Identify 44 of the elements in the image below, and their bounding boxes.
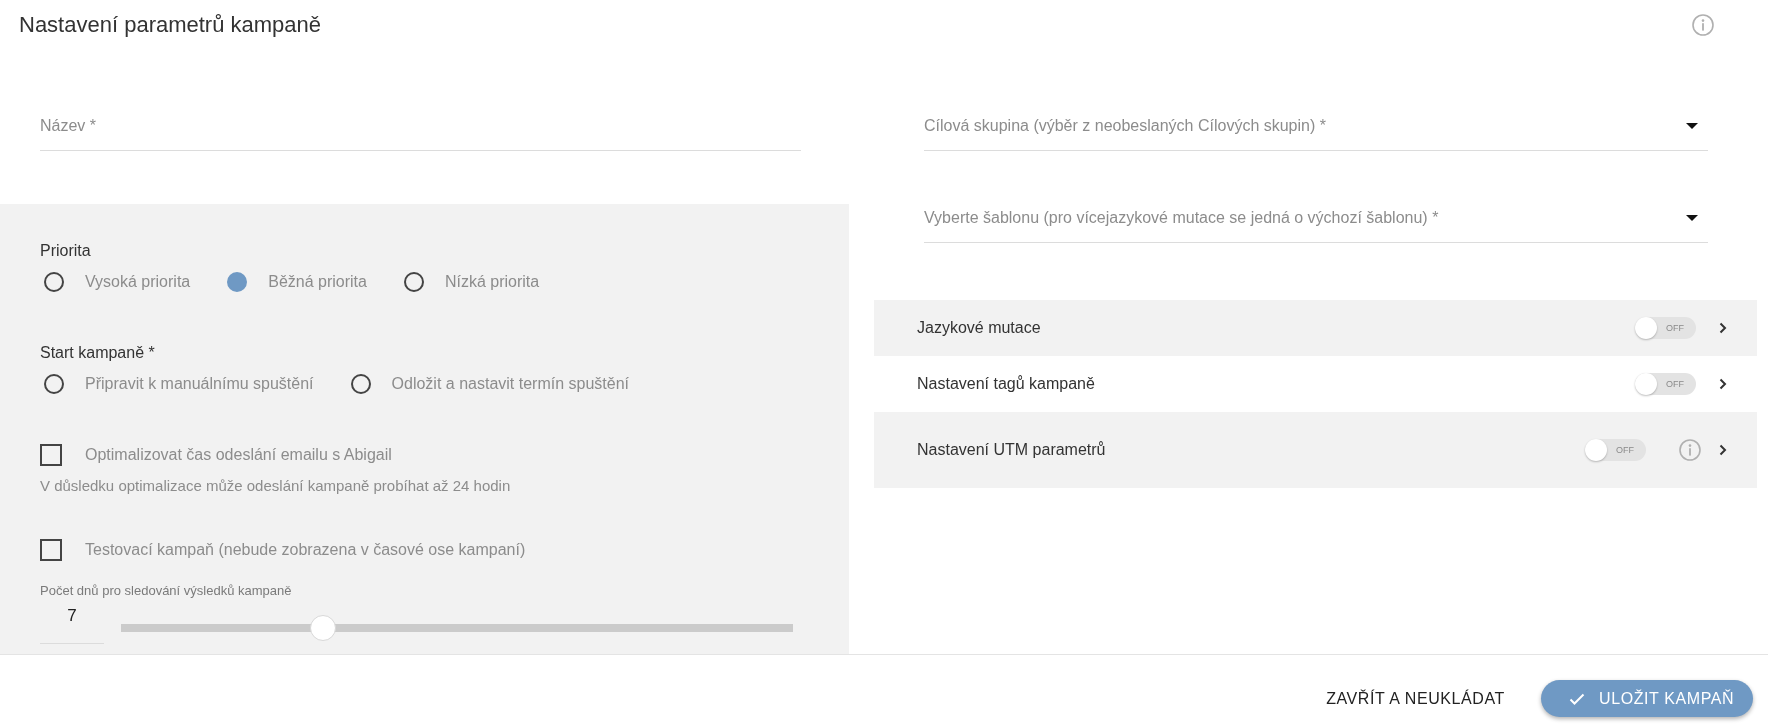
days-input[interactable]: 7 [40, 599, 104, 644]
section-title: Nastavení tagů kampaně [917, 375, 1096, 393]
name-input[interactable]: Název * [40, 108, 801, 151]
radio-label[interactable]: Běžná priorita [268, 272, 367, 292]
checkbox[interactable] [40, 539, 62, 561]
template-select[interactable]: Vyberte šablonu (pro vícejazykové mutace se jedná o výchozí šablonu) * [924, 200, 1708, 243]
toggle-thumb [1585, 439, 1607, 461]
caret-down-icon[interactable] [1686, 123, 1698, 129]
target-group-select[interactable]: Cílová skupina (výběr z neobeslaných Cílových skupin) * [924, 108, 1708, 151]
radio-button[interactable] [44, 272, 64, 292]
radio-label[interactable]: Připravit k manuálnímu spuštění [85, 374, 314, 394]
caret-down-icon[interactable] [1686, 215, 1698, 221]
section-title: Nastavení UTM parametrů [917, 441, 1107, 459]
checkbox-label[interactable]: Optimalizovat čas odeslání emailu s Abigail [85, 445, 392, 465]
slider-thumb[interactable] [309, 615, 336, 641]
radio-button[interactable] [350, 374, 371, 394]
toggle-switch[interactable]: OFF [1635, 373, 1696, 395]
section-row[interactable]: Nastavení tagů kampaně OFF [874, 356, 1757, 412]
chevron-right-icon [1719, 444, 1727, 456]
radio-button[interactable] [44, 374, 64, 394]
radio-label[interactable]: Nízká priorita [444, 272, 540, 292]
chevron-right-icon [1719, 378, 1727, 390]
checkbox-label[interactable]: Testovací kampaň (nebude zobrazena v časové ose kampaní) [85, 540, 526, 560]
toggle-switch[interactable]: OFF [1585, 439, 1646, 461]
toggle-switch[interactable]: OFF [1635, 317, 1696, 339]
group-label: Start kampaně * [40, 343, 155, 363]
dialog-title: Nastavení parametrů kampaně [19, 12, 322, 38]
checkbox[interactable] [40, 444, 62, 466]
slider-label: Počet dnů pro sledování výsledků kampaně [40, 583, 292, 599]
section-title: Jazykové mutace [917, 319, 1042, 337]
toggle-thumb [1635, 317, 1657, 339]
save-button[interactable]: ULOŽIT KAMPAŇ [1541, 680, 1753, 717]
toggle-thumb [1635, 373, 1657, 395]
group-label: Priorita [40, 241, 91, 261]
chevron-right-icon [1719, 322, 1727, 334]
check-icon [1569, 692, 1585, 705]
hint-text: V důsledku optimalizace může odeslání kampaně probíhat až 24 hodin [40, 477, 511, 495]
radio-button[interactable] [227, 272, 248, 292]
radio-button[interactable] [403, 272, 424, 292]
section-row[interactable]: Nastavení UTM parametrů OFF [874, 412, 1757, 488]
radio-label[interactable]: Vysoká priorita [85, 272, 191, 292]
radio-label[interactable]: Odložit a nastavit termín spuštění [391, 374, 629, 394]
section-row[interactable]: Jazykové mutace OFF [874, 300, 1757, 356]
close-button[interactable]: ZAVŘÍT A NEUKLÁDAT [1314, 681, 1517, 716]
